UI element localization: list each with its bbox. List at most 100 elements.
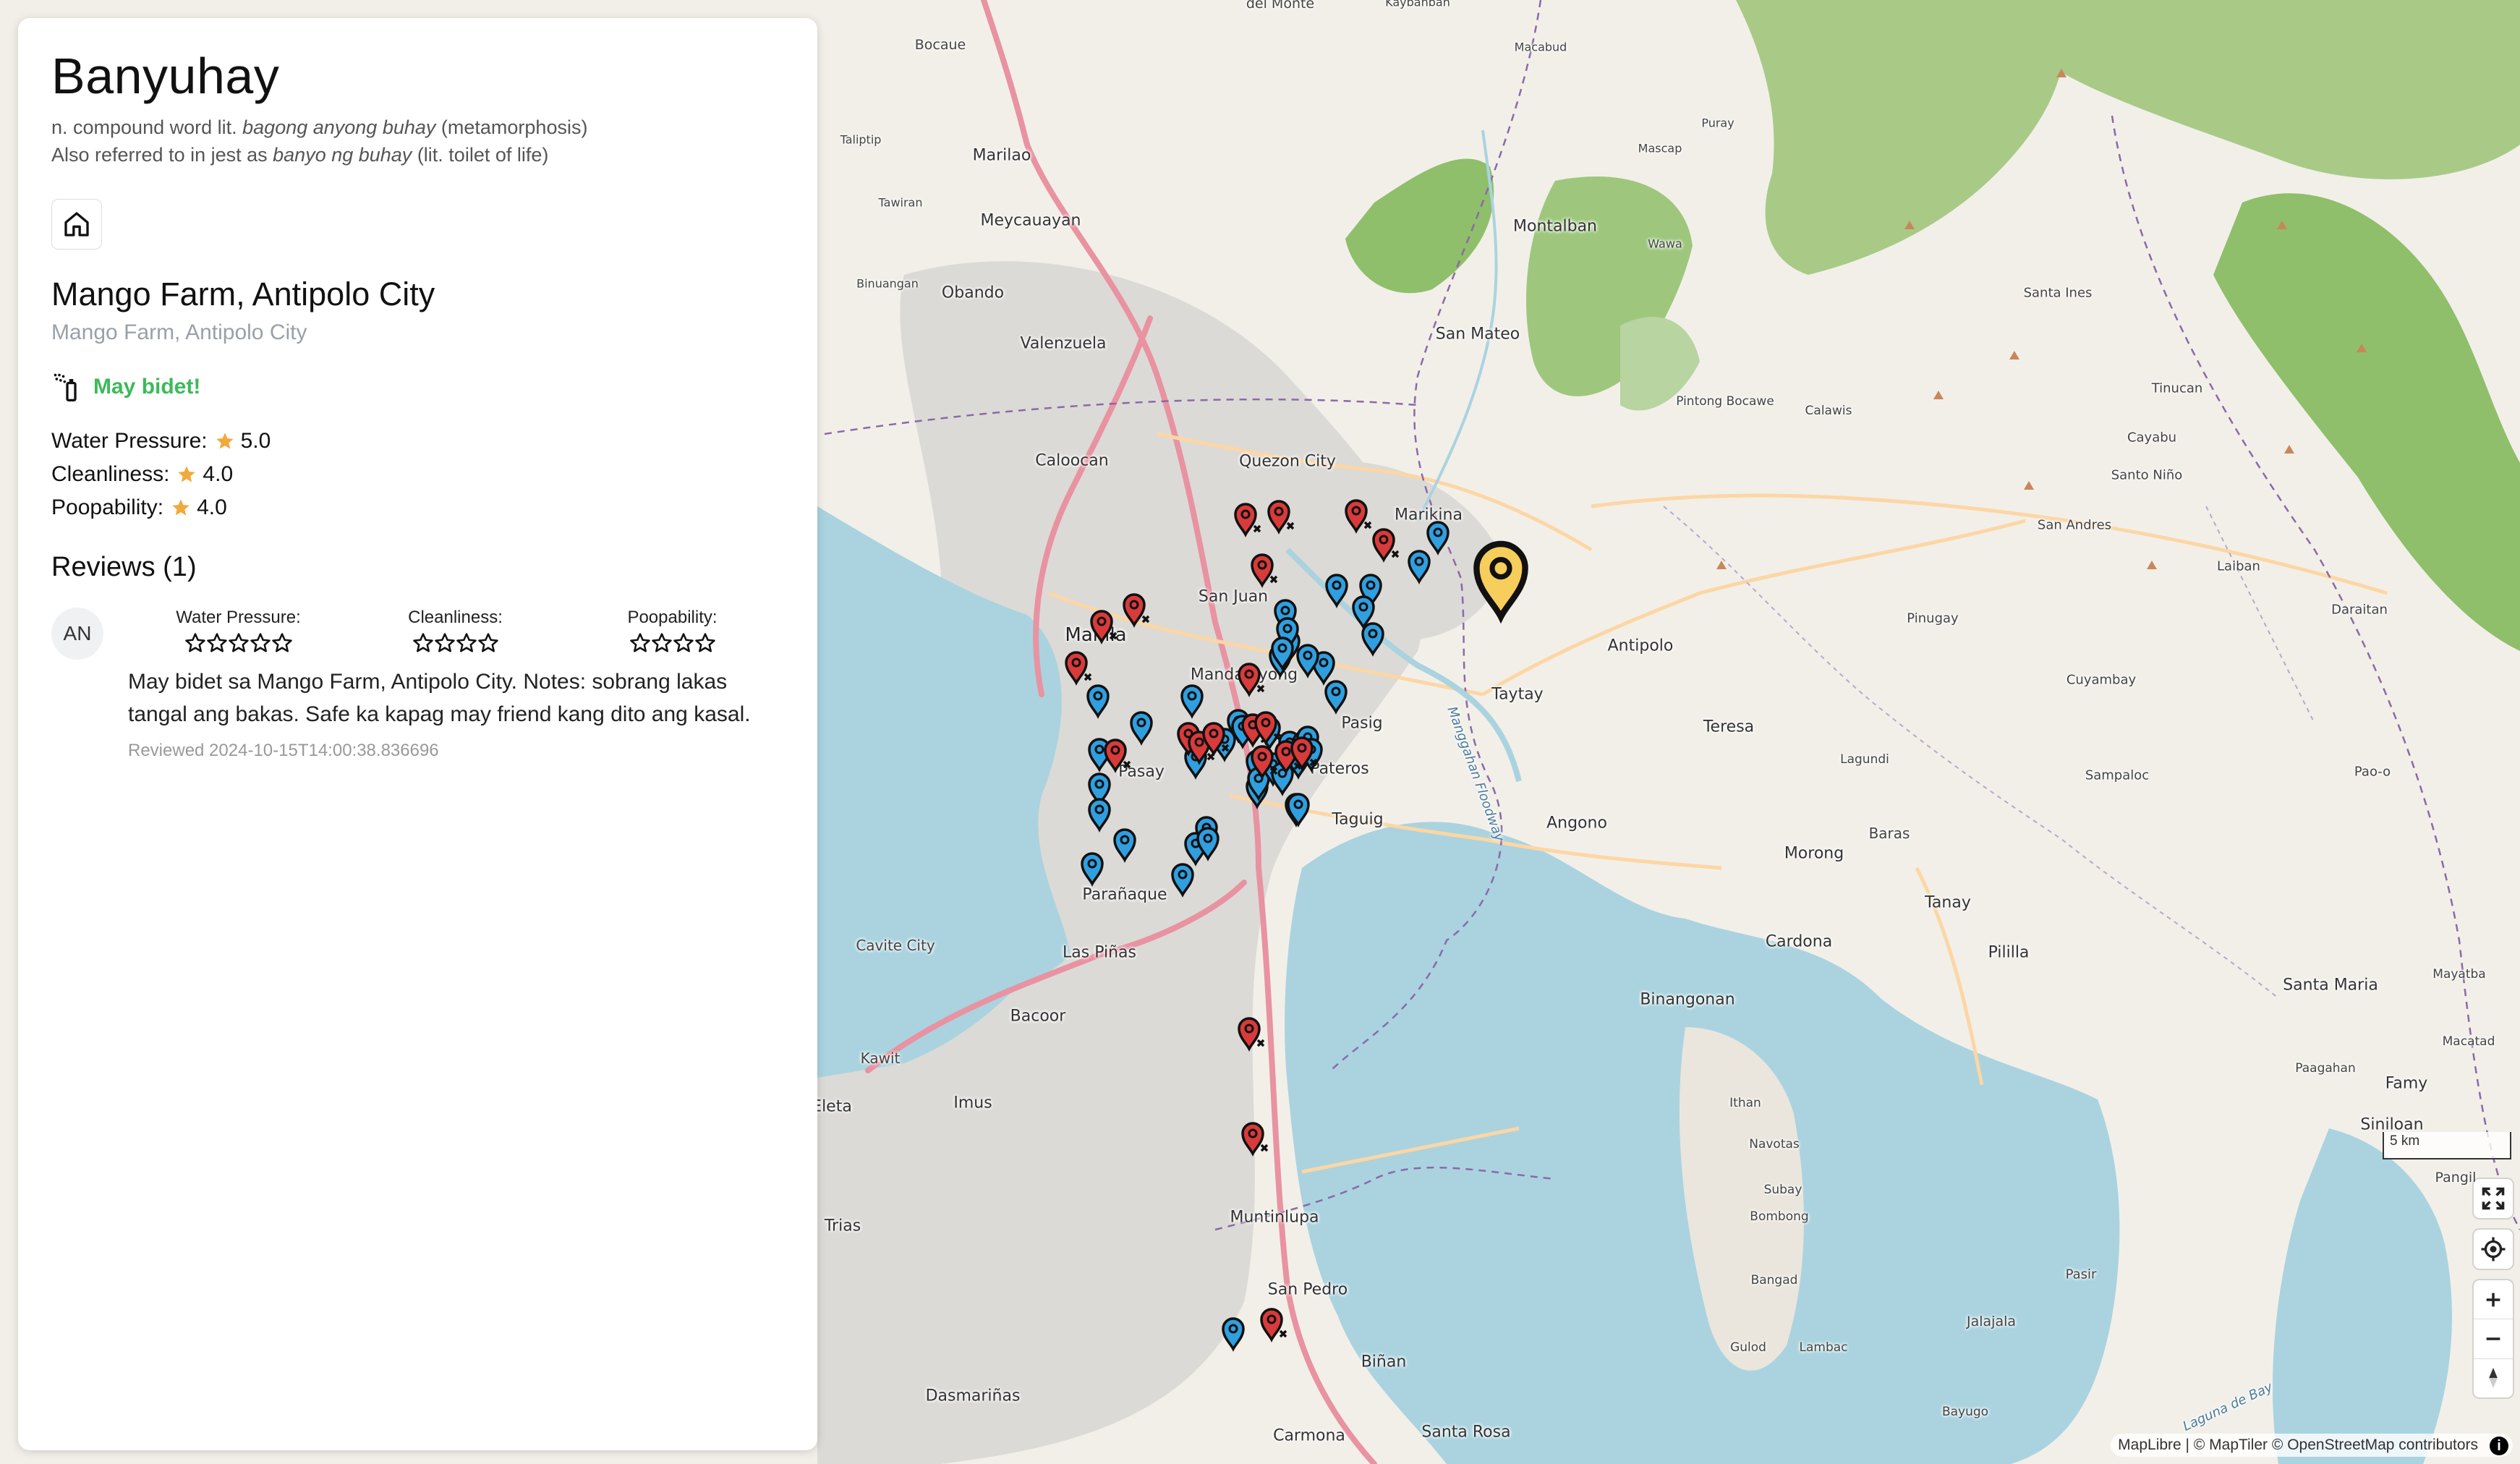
fullscreen-icon bbox=[2482, 1187, 2505, 1210]
definition-text: n. compound word lit. bbox=[51, 116, 243, 138]
rating-label: Water Pressure: bbox=[51, 429, 208, 453]
star-outline-icon bbox=[434, 633, 455, 652]
bidet-pin-icon[interactable] bbox=[1113, 828, 1136, 863]
review-rating-water-pressure: Water Pressure: bbox=[128, 608, 349, 654]
bidet-pin-icon[interactable] bbox=[1361, 622, 1384, 657]
plus-icon bbox=[2486, 1293, 2500, 1306]
star-outline-icon bbox=[250, 633, 271, 652]
location-subtitle: Mango Farm, Antipolo City bbox=[51, 320, 307, 344]
no-bidet-pin-icon[interactable] bbox=[1104, 739, 1131, 773]
no-bidet-pin-icon[interactable] bbox=[1345, 499, 1372, 534]
star-icon bbox=[172, 499, 190, 516]
rating-poopability: Poopability: 4.0 bbox=[51, 491, 784, 524]
rating-value: 4.0 bbox=[197, 495, 227, 519]
no-bidet-pin-icon[interactable] bbox=[1260, 1308, 1287, 1342]
bidet-label: May bidet! bbox=[93, 375, 201, 399]
alias-suffix: (lit. toilet of life) bbox=[412, 144, 549, 166]
bidet-pin-icon[interactable] bbox=[1171, 863, 1194, 898]
review-rating-cleanliness: Cleanliness: bbox=[349, 608, 562, 654]
no-bidet-pin-icon[interactable] bbox=[1238, 663, 1265, 697]
star-outline-icon bbox=[673, 633, 694, 652]
star-rating bbox=[562, 632, 783, 654]
ratings-summary: Water Pressure: 5.0 Cleanliness: 4.0 Poo… bbox=[51, 425, 784, 524]
no-bidet-pin-icon[interactable] bbox=[1065, 651, 1092, 686]
selected-location-pin-icon[interactable] bbox=[1473, 540, 1528, 624]
no-bidet-pin-icon[interactable] bbox=[1238, 1017, 1265, 1052]
no-bidet-pin-icon[interactable] bbox=[1234, 503, 1261, 537]
bidet-pin-icon[interactable] bbox=[1081, 852, 1104, 887]
no-bidet-pin-icon[interactable] bbox=[1241, 1122, 1269, 1157]
star-outline-icon bbox=[412, 633, 433, 652]
scale-label: 5 km bbox=[2390, 1133, 2420, 1149]
star-outline-icon bbox=[477, 633, 498, 652]
star-outline-icon bbox=[184, 633, 205, 652]
no-bidet-pin-icon[interactable] bbox=[1372, 528, 1400, 563]
rating-cleanliness: Cleanliness: 4.0 bbox=[51, 458, 784, 491]
bidet-pin-icon[interactable] bbox=[1222, 1317, 1245, 1352]
zoom-controls bbox=[2474, 1280, 2513, 1397]
fullscreen-button[interactable] bbox=[2474, 1179, 2513, 1218]
alias-text: Also referred to in jest as bbox=[51, 144, 273, 166]
bidet-pin-icon[interactable] bbox=[1088, 798, 1111, 833]
bidet-pin-icon[interactable] bbox=[1324, 680, 1348, 715]
review-rating-poopability: Poopability: bbox=[562, 608, 783, 654]
home-icon bbox=[64, 212, 89, 237]
review-date: Reviewed 2024-10-15T14:00:38.836696 bbox=[128, 741, 439, 760]
star-outline-icon bbox=[694, 633, 715, 652]
star-outline-icon bbox=[456, 633, 477, 652]
bidet-pin-icon[interactable] bbox=[1426, 521, 1450, 556]
review-rating-label: Poopability: bbox=[627, 608, 718, 627]
rating-label: Poopability: bbox=[51, 495, 164, 519]
star-icon bbox=[216, 433, 234, 449]
bidet-pin-icon[interactable] bbox=[1287, 793, 1310, 827]
bidet-pin-icon[interactable] bbox=[1180, 684, 1204, 719]
definition-suffix: (metamorphosis) bbox=[435, 116, 588, 138]
alias-italic: banyo ng buhay bbox=[273, 144, 412, 166]
star-outline-icon bbox=[651, 633, 672, 652]
info-icon[interactable]: i bbox=[2490, 1437, 2508, 1455]
star-rating bbox=[128, 632, 349, 654]
star-icon bbox=[178, 466, 196, 482]
bidet-pin-icon[interactable] bbox=[1130, 711, 1153, 746]
bidet-pin-icon[interactable] bbox=[1086, 684, 1110, 719]
star-outline-icon bbox=[271, 633, 292, 652]
geolocate-button[interactable] bbox=[2474, 1230, 2513, 1269]
crosshair-icon bbox=[2481, 1237, 2506, 1261]
scale-bar: 5 km bbox=[2383, 1132, 2511, 1159]
review-item: AN Water Pressure: Cleanliness: Poopabil… bbox=[51, 608, 784, 761]
avatar: AN bbox=[51, 608, 103, 660]
star-outline-icon bbox=[629, 633, 650, 652]
review-text: May bidet sa Mango Farm, Antipolo City. … bbox=[128, 670, 751, 726]
star-outline-icon bbox=[206, 633, 227, 652]
review-ratings: Water Pressure: Cleanliness: Poopability… bbox=[128, 608, 784, 654]
no-bidet-pin-icon[interactable] bbox=[1267, 500, 1295, 535]
no-bidet-pin-icon[interactable] bbox=[1123, 593, 1150, 628]
rating-value: 4.0 bbox=[203, 462, 234, 486]
app-title: Banyuhay bbox=[51, 48, 280, 104]
compass-icon bbox=[2489, 1368, 2498, 1389]
rating-value: 5.0 bbox=[240, 429, 271, 453]
no-bidet-pin-icon[interactable] bbox=[1251, 553, 1278, 588]
minus-icon bbox=[2486, 1337, 2500, 1340]
rating-water-pressure: Water Pressure: 5.0 bbox=[51, 425, 784, 458]
alias: Also referred to in jest as banyo ng buh… bbox=[51, 141, 784, 169]
definition-italic: bagong anyong buhay bbox=[242, 116, 436, 138]
bidet-status: May bidet! bbox=[51, 371, 784, 403]
location-title: Mango Farm, Antipolo City bbox=[51, 276, 435, 312]
star-outline-icon bbox=[228, 633, 249, 652]
home-button[interactable] bbox=[51, 199, 102, 250]
review-body: Water Pressure: Cleanliness: Poopability… bbox=[128, 608, 784, 761]
zoom-in-button[interactable] bbox=[2474, 1280, 2513, 1320]
map-attribution: MapLibre | © MapTiler © OpenStreetMap co… bbox=[2111, 1434, 2513, 1457]
no-bidet-pin-icon[interactable] bbox=[1090, 610, 1118, 644]
compass-button[interactable] bbox=[2474, 1359, 2513, 1397]
review-rating-label: Cleanliness: bbox=[408, 608, 503, 627]
bidet-pin-icon[interactable] bbox=[1408, 550, 1431, 584]
bidet-pin-icon[interactable] bbox=[1325, 574, 1348, 608]
review-rating-label: Water Pressure: bbox=[176, 608, 301, 627]
info-panel: Banyuhay n. compound word lit. bagong an… bbox=[18, 18, 817, 1450]
attribution-text[interactable]: MapLibre | © MapTiler © OpenStreetMap co… bbox=[2118, 1437, 2478, 1453]
definition: n. compound word lit. bagong anyong buha… bbox=[51, 114, 784, 141]
zoom-out-button[interactable] bbox=[2474, 1319, 2513, 1359]
rating-label: Cleanliness: bbox=[51, 462, 170, 486]
